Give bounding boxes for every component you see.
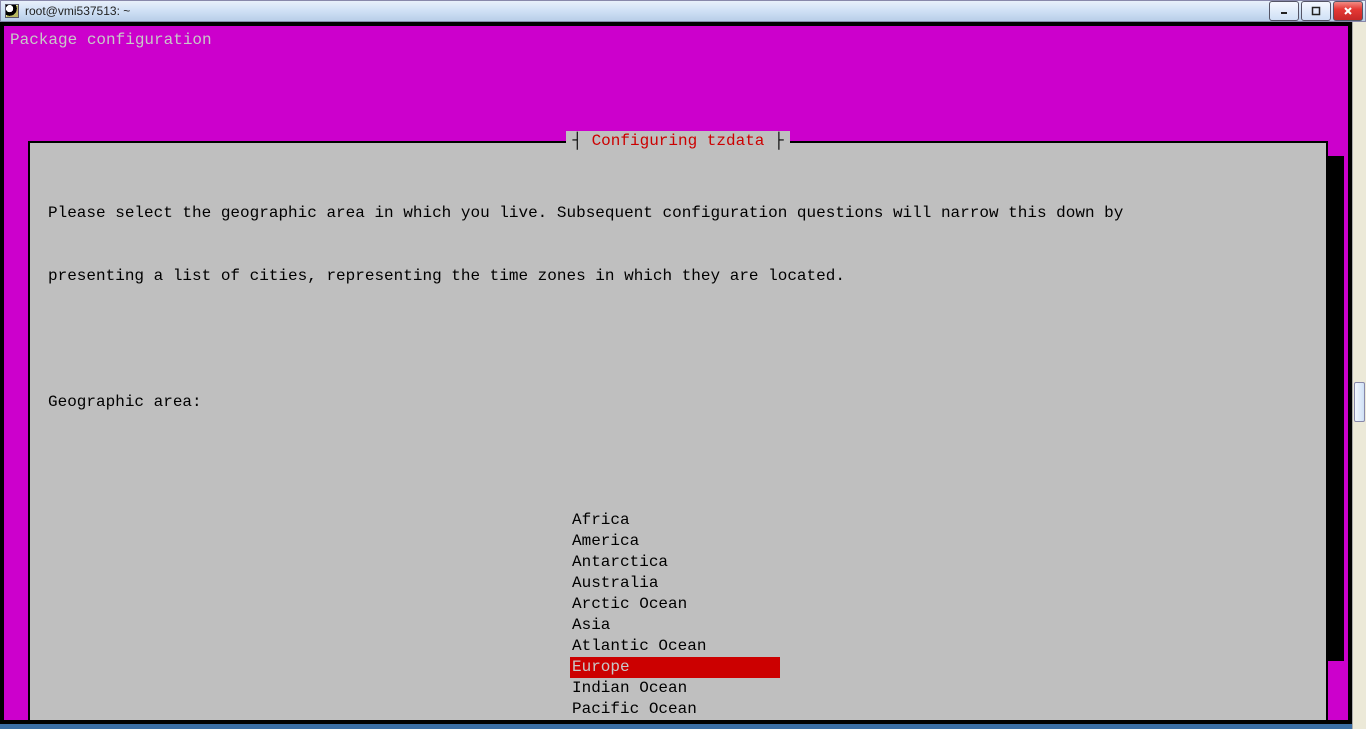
dialog-prompt: Geographic area: <box>48 392 1308 413</box>
window-vertical-scrollbar[interactable] <box>1352 22 1366 729</box>
area-option[interactable]: Pacific Ocean <box>570 699 780 720</box>
window-titlebar[interactable]: root@vmi537513: ~ <box>0 0 1366 22</box>
dialog-title-text: Configuring tzdata <box>592 132 765 150</box>
area-option[interactable]: Africa <box>570 510 780 531</box>
area-option[interactable]: America <box>570 531 780 552</box>
area-option[interactable]: Europe <box>570 657 780 678</box>
area-option[interactable]: Arctic Ocean <box>570 594 780 615</box>
dialog-instruction-line1: Please select the geographic area in whi… <box>48 185 1308 224</box>
dialog-title: ┤ Configuring tzdata ├ <box>566 131 789 152</box>
area-option[interactable]: Indian Ocean <box>570 678 780 699</box>
close-button[interactable] <box>1333 1 1363 21</box>
area-option[interactable]: Australia <box>570 573 780 594</box>
dialog-instruction-line2: presenting a list of cities, representin… <box>48 266 1308 287</box>
geographic-area-list[interactable]: AfricaAmericaAntarcticaAustraliaArctic O… <box>570 510 1308 724</box>
area-option[interactable]: Atlantic Ocean <box>570 636 780 657</box>
area-option[interactable]: Asia <box>570 615 780 636</box>
tzdata-dialog: ┤ Configuring tzdata ├ Please select the… <box>28 141 1328 724</box>
scrollbar-thumb[interactable] <box>1354 382 1365 422</box>
window-title: root@vmi537513: ~ <box>25 4 130 18</box>
minimize-button[interactable] <box>1269 1 1299 21</box>
terminal-viewport: Package configuration ┤ Configuring tzda… <box>0 22 1352 724</box>
putty-icon <box>5 4 19 18</box>
package-config-header: Package configuration <box>4 26 1348 51</box>
area-option[interactable]: System V timezones <box>570 720 780 724</box>
maximize-button[interactable] <box>1301 1 1331 21</box>
window-buttons <box>1269 1 1365 21</box>
area-option[interactable]: Antarctica <box>570 552 780 573</box>
